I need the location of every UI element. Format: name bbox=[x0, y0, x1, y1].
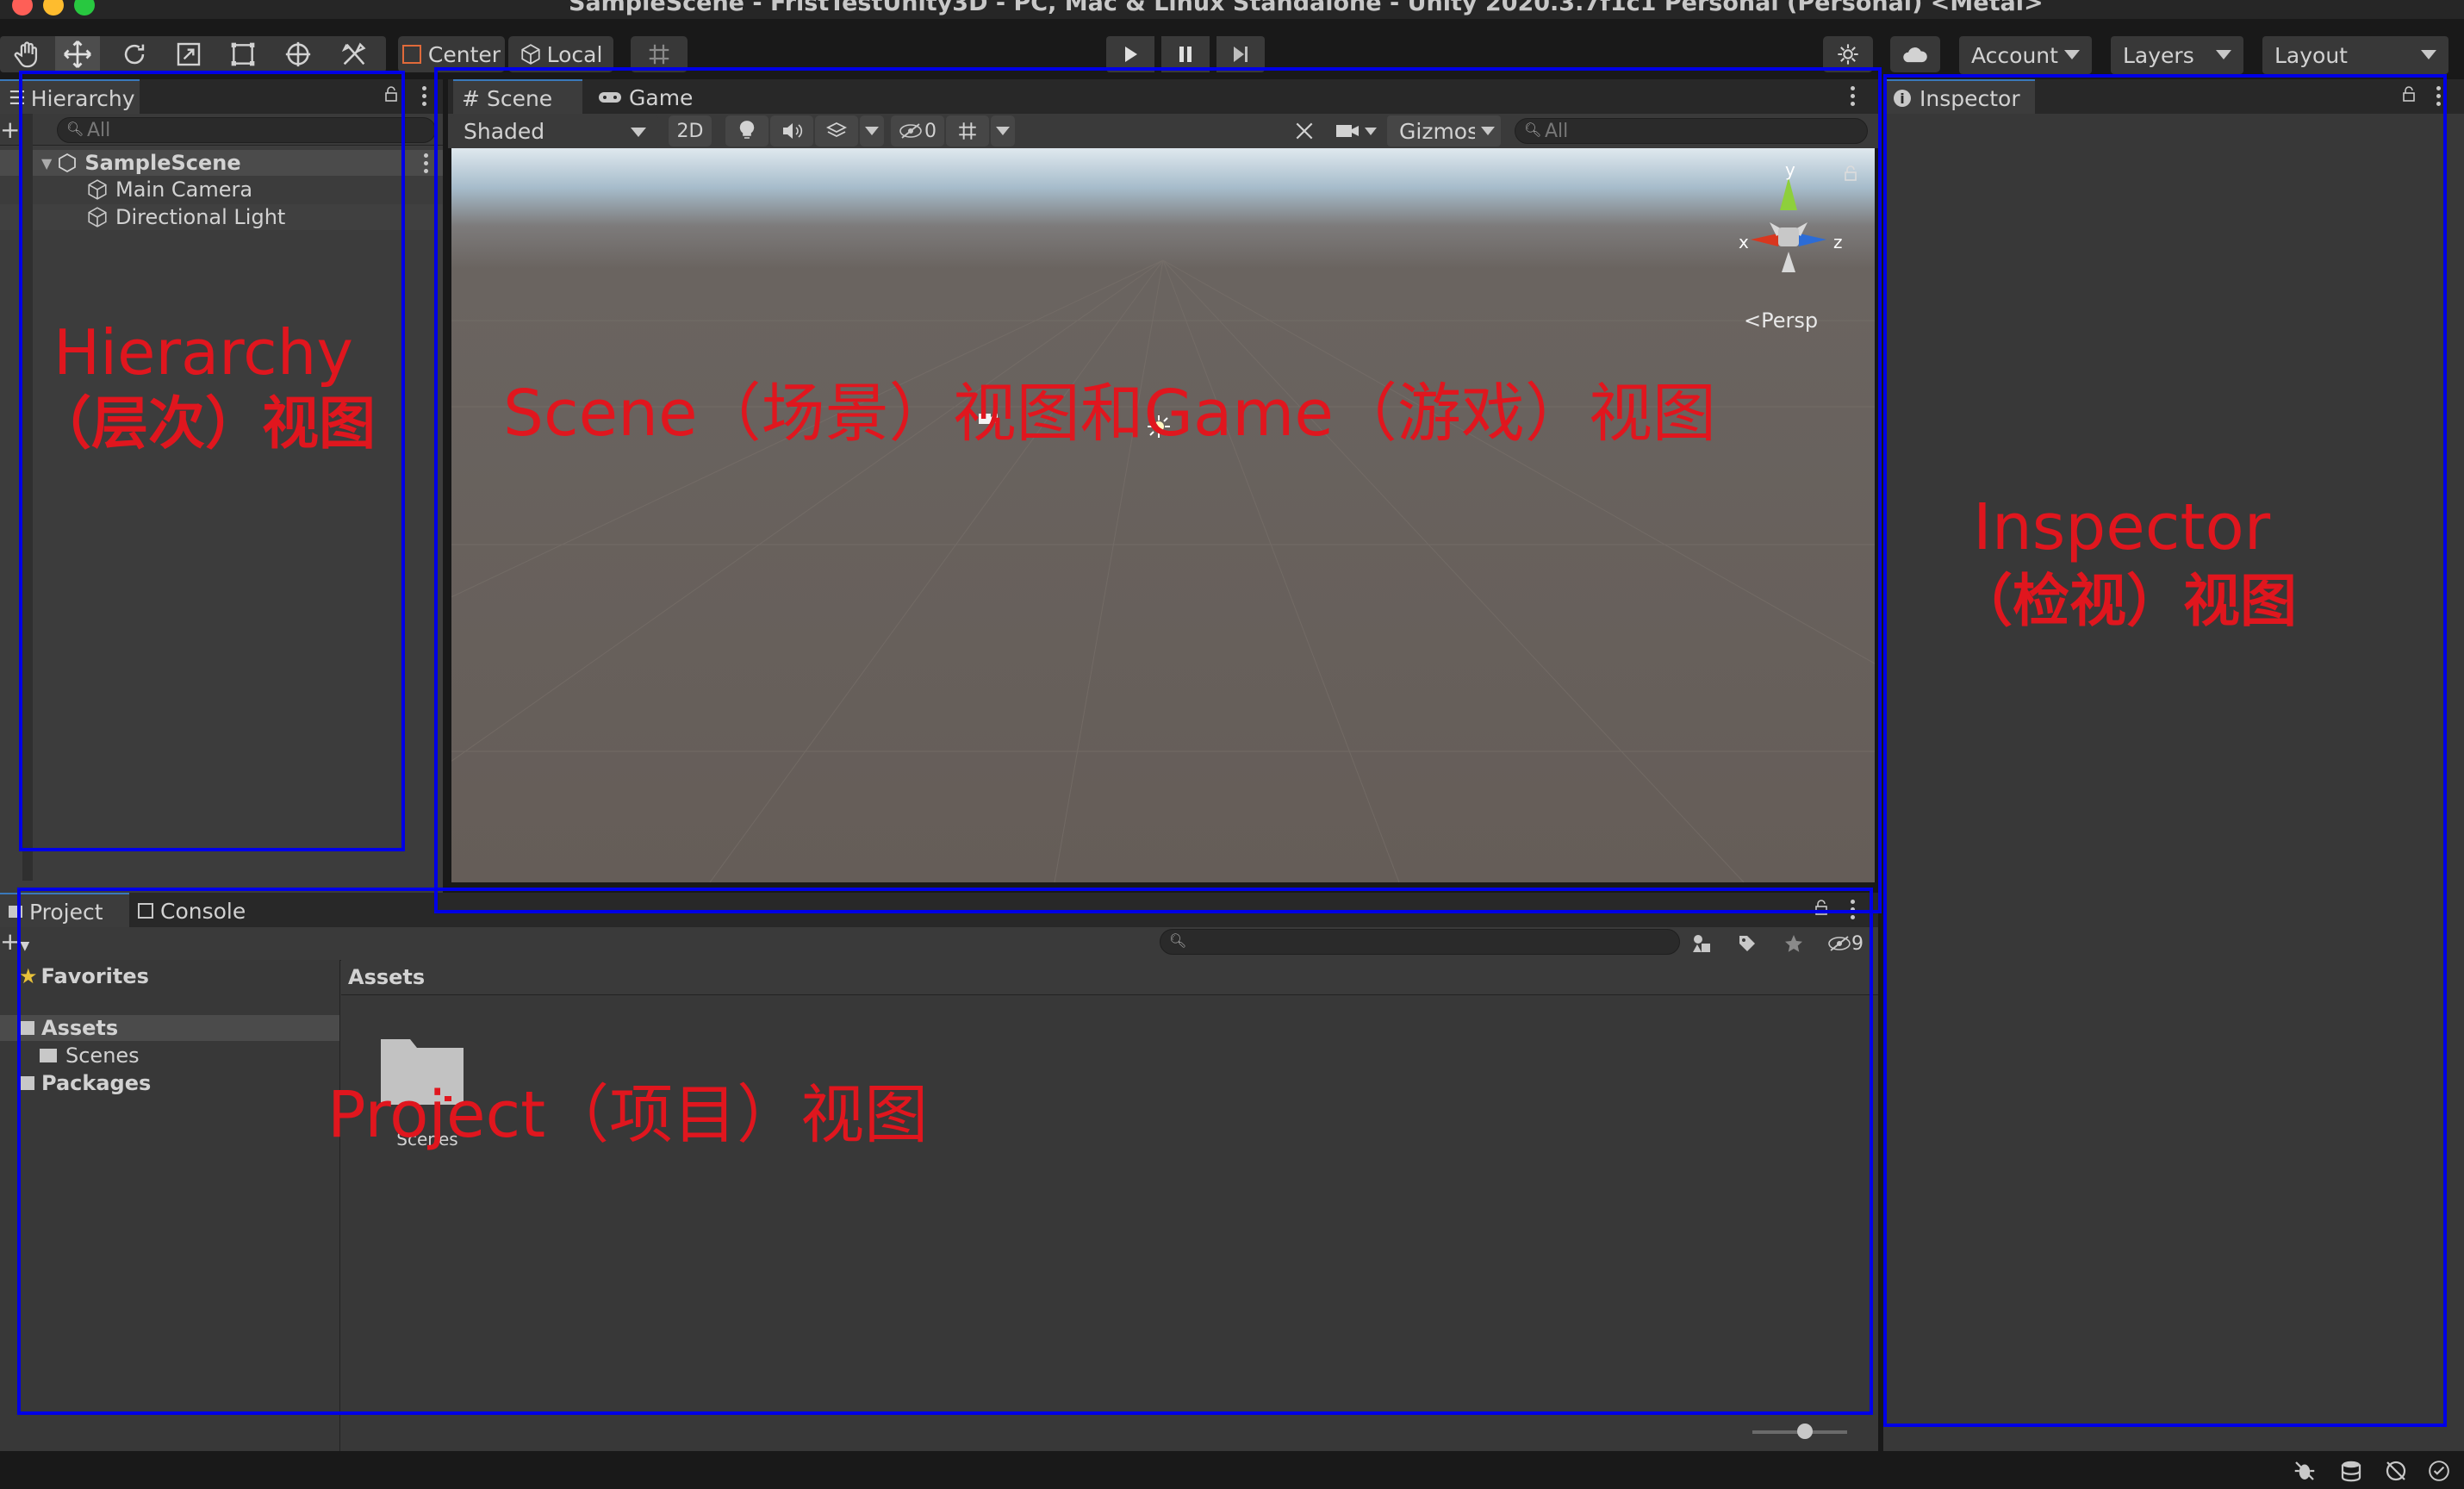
sun-gear-icon bbox=[1838, 44, 1858, 65]
hierarchy-menu-icon[interactable] bbox=[422, 86, 427, 109]
account-dropdown[interactable]: Account bbox=[1959, 36, 2092, 74]
bug-icon[interactable] bbox=[2292, 1458, 2318, 1484]
inspector-annotation-title: Inspector bbox=[1973, 490, 2271, 564]
pivot-center-label: Center bbox=[427, 41, 501, 67]
scene-annotation-box bbox=[434, 67, 1882, 913]
cube-local-icon bbox=[520, 43, 542, 65]
rotate-icon[interactable] bbox=[112, 38, 157, 71]
step-icon bbox=[1234, 47, 1248, 62]
auto-generate-lighting-icon[interactable] bbox=[2383, 1458, 2409, 1484]
slider-thumb[interactable] bbox=[1796, 1424, 1813, 1439]
transform-icon[interactable] bbox=[276, 38, 320, 71]
window-title: SampleScene - FristTestUnity3D - PC, Mac… bbox=[569, 0, 2044, 16]
project-annotation-box bbox=[17, 888, 1873, 1415]
zoom-window-button[interactable] bbox=[74, 0, 95, 16]
play-icon bbox=[1125, 47, 1137, 62]
hierarchy-annotation-box bbox=[19, 71, 405, 851]
pivot-local-label: Local bbox=[546, 41, 603, 67]
layout-label: Layout bbox=[2274, 42, 2348, 68]
hand-icon[interactable] bbox=[5, 38, 50, 71]
close-window-button[interactable] bbox=[12, 0, 33, 16]
custom-tool-icon[interactable] bbox=[332, 38, 376, 71]
chevron-down-icon bbox=[2064, 50, 2080, 59]
scale-icon[interactable] bbox=[166, 38, 211, 71]
status-bar bbox=[0, 1451, 2464, 1489]
cloud-button[interactable] bbox=[1890, 36, 1940, 72]
project-annotation-label: Project（项目）视图 bbox=[327, 1078, 929, 1152]
inspector-annotation-subtitle: （检视）视图 bbox=[1956, 568, 2297, 634]
layers-dropdown[interactable]: Layers bbox=[2111, 36, 2243, 74]
pause-icon bbox=[1179, 47, 1192, 62]
layout-dropdown[interactable]: Layout bbox=[2262, 36, 2448, 74]
hierarchy-annotation-subtitle: （层次）视图 bbox=[34, 390, 376, 457]
title-bar: SampleScene - FristTestUnity3D - PC, Mac… bbox=[0, 0, 2464, 19]
layers-label: Layers bbox=[2123, 42, 2194, 68]
scene-menu-icon[interactable] bbox=[424, 153, 429, 177]
account-label: Account bbox=[1971, 42, 2058, 68]
pivot-center-icon bbox=[401, 45, 421, 64]
checkmark-icon[interactable] bbox=[2428, 1460, 2450, 1482]
cloud-icon bbox=[1903, 47, 1927, 63]
hierarchy-annotation-title: Hierarchy bbox=[53, 316, 354, 389]
minimize-window-button[interactable] bbox=[43, 0, 64, 16]
inspector-annotation-box bbox=[1883, 74, 2447, 1427]
rect-icon[interactable] bbox=[221, 38, 265, 71]
grid-snap-icon bbox=[649, 44, 669, 65]
scene-annotation-label: Scene（场景）视图和Game（游戏）视图 bbox=[503, 377, 1716, 451]
chevron-down-icon bbox=[2421, 50, 2436, 59]
cache-server-icon[interactable] bbox=[2338, 1458, 2364, 1484]
move-icon[interactable] bbox=[55, 38, 100, 71]
chevron-down-icon bbox=[2216, 50, 2231, 59]
